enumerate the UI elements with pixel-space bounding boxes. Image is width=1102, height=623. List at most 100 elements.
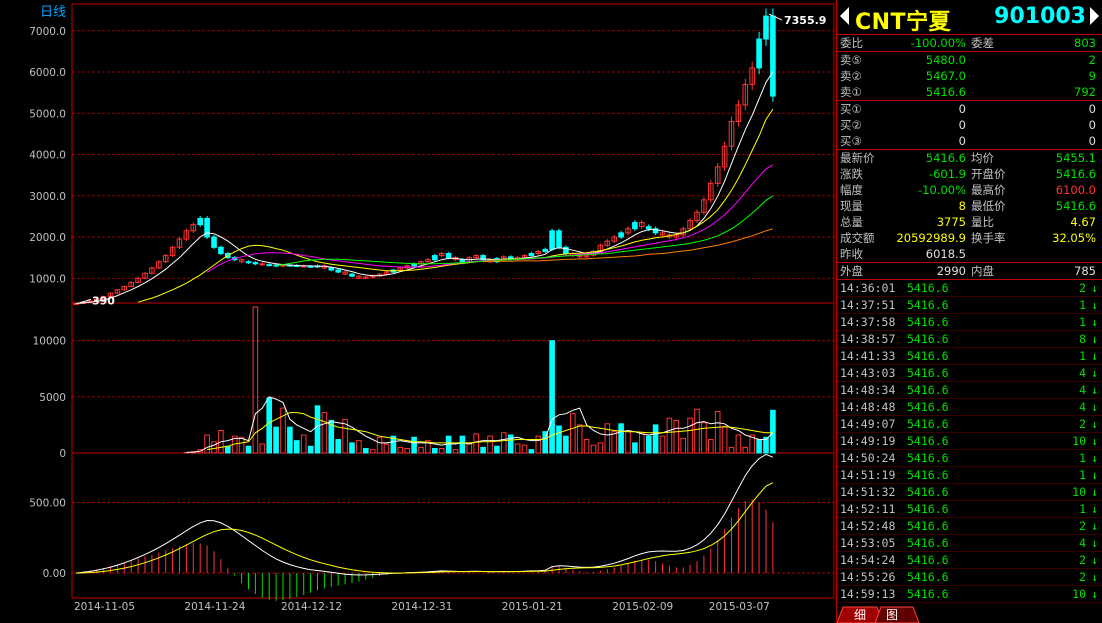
weicha-value: 803: [1074, 36, 1096, 50]
volume-bar: [535, 435, 542, 454]
stat-label: 开盘价: [971, 167, 1006, 181]
kline-chart-area[interactable]: 日线 7000.0 6000.0 5000.0 4000.0 3000.0 2000.0 10…: [0, 0, 836, 623]
volume-bar: [473, 433, 479, 454]
weibi-value: -100.00%: [910, 36, 966, 50]
tick-price: 5416.6: [907, 349, 949, 363]
volume-bar: [742, 446, 749, 454]
volume-bar: [245, 445, 252, 454]
tick-volume: 1: [1079, 451, 1086, 465]
candle-body: [556, 230, 562, 248]
volume-bar: [618, 423, 624, 454]
stat-label: 最新价: [840, 151, 875, 165]
weibi-label: 委比: [840, 36, 863, 50]
tick-direction-icon: ↓: [1091, 519, 1098, 533]
volume-bar: [204, 434, 210, 454]
volume-bar: [694, 408, 700, 454]
volume-bar: [376, 436, 383, 454]
tick-volume: 10: [1072, 587, 1086, 601]
stat-label: 最高价: [971, 183, 1006, 197]
tick-time: 14:52:48: [840, 519, 896, 533]
price-tick-label: 1000.0: [29, 273, 66, 285]
volume-bar: [659, 435, 666, 454]
candle-body: [266, 264, 272, 267]
volume-bar: [521, 444, 528, 454]
volume-bar: [480, 446, 486, 454]
volume-bar: [300, 434, 307, 454]
chart-frame: [71, 3, 835, 599]
price-tick-label: 2000.0: [29, 232, 66, 244]
stat-value: 5416.6: [1055, 167, 1096, 181]
volume-bar: [335, 439, 341, 454]
tick-list[interactable]: 14:36:01 5416.6 2 ↓ 14:37:51 5416.6 1 ↓ 14:37:58…: [837, 280, 1102, 603]
stat-label: 成交额: [840, 231, 875, 245]
volume-bar: [632, 442, 638, 454]
tick-row: 14:49:19 5416.6 10 ↓: [837, 433, 1102, 450]
stat-label: 换手率: [971, 231, 1006, 245]
date-tick-label: 2014-11-24: [184, 601, 245, 613]
tick-price: 5416.6: [907, 451, 949, 465]
prev-close-value: 6018.5: [925, 247, 966, 261]
volume-bar: [604, 423, 611, 454]
tick-time: 14:43:03: [840, 366, 896, 380]
volume-bar: [494, 445, 500, 454]
volume-bar: [266, 397, 272, 454]
price-tick-label: 3000.0: [29, 191, 66, 203]
tick-volume: 2: [1079, 281, 1086, 295]
tick-price: 5416.6: [907, 417, 949, 431]
stat-row: 幅度 -10.00% 最高价 6100.0: [837, 182, 1102, 198]
candle-body: [770, 15, 776, 97]
tick-price: 5416.6: [907, 434, 949, 448]
candle-body: [645, 226, 652, 230]
volume-bar: [294, 440, 300, 454]
tick-time: 14:54:24: [840, 553, 896, 567]
tick-direction-icon: ↓: [1091, 587, 1098, 601]
stat-value: -601.9: [928, 167, 966, 181]
outer-label: 外盘: [840, 264, 863, 278]
tab-chart[interactable]: 图: [877, 607, 907, 623]
volume-bar: [356, 440, 362, 454]
date-tick-label: 2014-12-12: [281, 601, 342, 613]
tick-direction-icon: ↓: [1091, 553, 1098, 567]
tick-price: 5416.6: [907, 502, 949, 516]
tick-time: 14:52:11: [840, 502, 896, 516]
tick-price: 5416.6: [907, 383, 949, 397]
tick-volume: 2: [1079, 519, 1086, 533]
stat-row: 现量 8 最低价 5416.6: [837, 198, 1102, 214]
volume-bar: [728, 446, 735, 454]
stat-label: 现量: [840, 199, 863, 213]
stat-label: 幅度: [840, 183, 863, 197]
ask-label: 卖①: [840, 85, 862, 99]
candle-body: [542, 248, 549, 252]
volume-bar: [487, 435, 493, 454]
tab-detail[interactable]: 细: [845, 607, 875, 623]
tick-volume: 1: [1079, 315, 1086, 329]
volume-bar: [418, 446, 424, 454]
stat-label: 量比: [971, 215, 994, 229]
volume-bar: [625, 431, 631, 454]
ask-row: 卖① 5416.6 792: [837, 84, 1102, 100]
candle-body: [349, 273, 355, 277]
tick-time: 14:36:01: [840, 281, 896, 295]
prev-stock-arrow-icon[interactable]: [840, 7, 849, 25]
tick-volume: 2: [1079, 417, 1086, 431]
tick-direction-icon: ↓: [1091, 383, 1098, 397]
tick-price: 5416.6: [907, 570, 949, 584]
tick-time: 14:59:13: [840, 587, 896, 601]
tick-row: 14:52:11 5416.6 1 ↓: [837, 501, 1102, 518]
ask-label: 卖⑤: [840, 53, 862, 67]
next-stock-arrow-icon[interactable]: [1090, 7, 1099, 25]
volume-bar: [501, 432, 507, 454]
tick-row: 14:54:24 5416.6 2 ↓: [837, 552, 1102, 569]
volume-bar: [225, 445, 231, 454]
tick-volume: 1: [1079, 349, 1086, 363]
macd-line: [75, 453, 774, 576]
bid-volume: 0: [1088, 134, 1096, 148]
candle-body: [197, 217, 203, 226]
volume-bar: [252, 306, 259, 454]
kline-chart[interactable]: 日线 7000.0 6000.0 5000.0 4000.0 3000.0 2000.0 10…: [0, 0, 836, 623]
volume-bar: [666, 417, 673, 454]
tick-row: 14:49:07 5416.6 2 ↓: [837, 416, 1102, 433]
tick-direction-icon: ↓: [1091, 298, 1098, 312]
tick-price: 5416.6: [907, 468, 949, 482]
inner-label: 内盘: [971, 264, 994, 278]
